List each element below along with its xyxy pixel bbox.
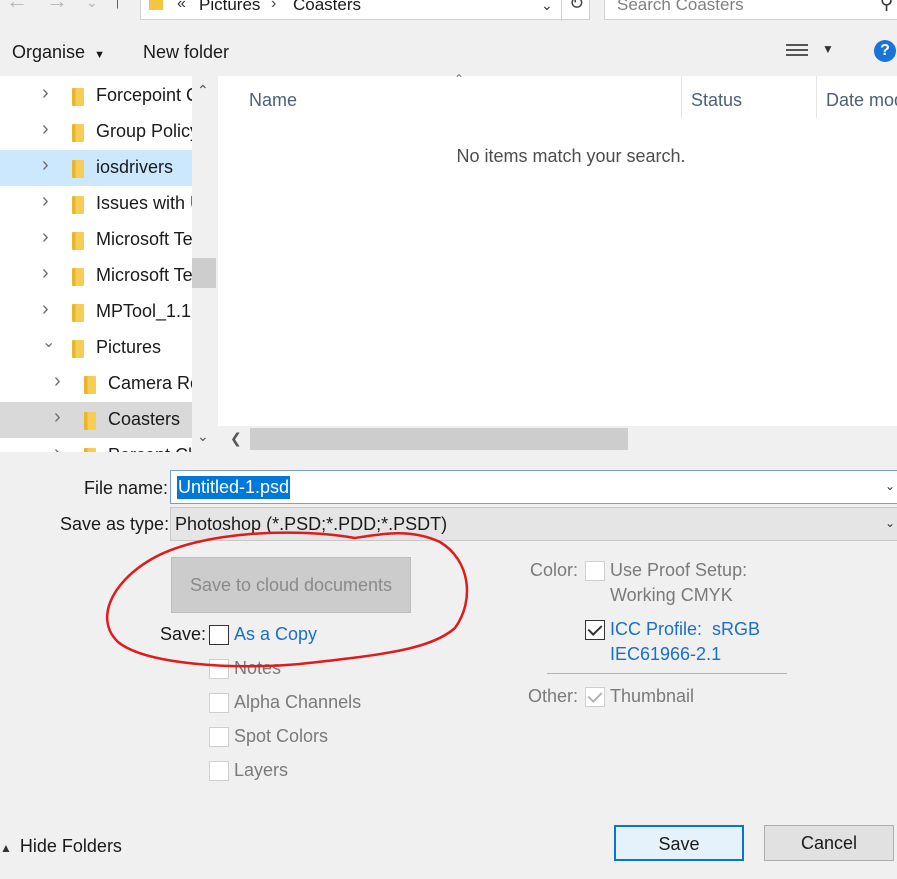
- hide-folders-label: Hide Folders: [19, 836, 122, 856]
- red-annotation-circle: [106, 531, 469, 668]
- save-button[interactable]: Save: [614, 825, 744, 861]
- cancel-button[interactable]: Cancel: [764, 825, 894, 861]
- hide-folders-button[interactable]: ▲ Hide Folders: [0, 836, 122, 857]
- chevron-up-icon: ▲: [0, 841, 12, 855]
